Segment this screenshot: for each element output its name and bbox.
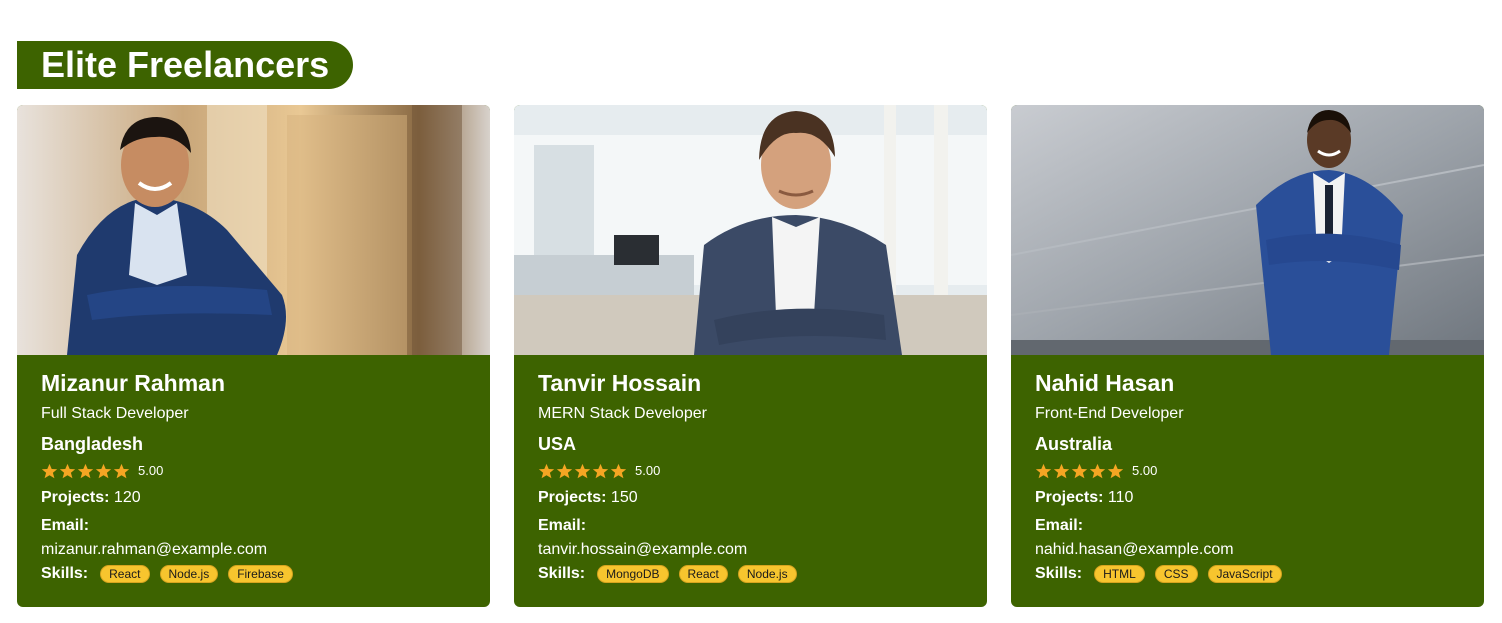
star-icon [77, 463, 94, 478]
star-icon [113, 463, 130, 478]
freelancer-photo [17, 105, 490, 355]
email-label: Email: [41, 517, 90, 534]
projects-label: Projects: [41, 489, 110, 506]
freelancer-card[interactable]: Nahid Hasan Front-End Developer Australi… [1011, 105, 1484, 607]
skills: Skills: MongoDB React Node.js [538, 563, 963, 585]
projects-value: 110 [1107, 489, 1134, 506]
star-icon [574, 463, 591, 478]
freelancer-card[interactable]: Tanvir Hossain MERN Stack Developer USA … [514, 105, 987, 607]
star-rating [538, 463, 627, 480]
skill-badge: MongoDB [597, 565, 669, 583]
star-rating [1035, 463, 1124, 480]
star-icon [95, 463, 112, 478]
star-icon [1107, 463, 1124, 478]
star-icon [610, 463, 627, 478]
projects-count: Projects: 150 [538, 488, 963, 508]
section-title: Elite Freelancers [17, 41, 353, 89]
portrait-photo-icon [1011, 105, 1484, 355]
star-icon [1071, 463, 1088, 478]
skills-label: Skills: [1035, 565, 1083, 582]
freelancer-country: USA [538, 434, 577, 454]
projects-label: Projects: [538, 489, 607, 506]
freelancer-photo [1011, 105, 1484, 355]
rating: 5.00 [538, 460, 963, 482]
skill-badge: React [678, 565, 728, 583]
freelancer-role: Full Stack Developer [41, 405, 189, 422]
rating: 5.00 [1035, 460, 1460, 482]
rating-value: 5.00 [1132, 463, 1158, 478]
skill-badge: Node.js [737, 565, 797, 583]
star-icon [556, 463, 573, 478]
star-icon [59, 463, 76, 478]
rating-value: 5.00 [138, 463, 164, 478]
freelancer-country: Bangladesh [41, 434, 144, 454]
email-label: Email: [538, 517, 587, 534]
email-value[interactable]: nahid.hasan@example.com [1035, 540, 1460, 560]
skill-badge: React [100, 565, 150, 583]
star-rating [41, 463, 130, 480]
rating-value: 5.00 [635, 463, 661, 478]
freelancer-card[interactable]: Mizanur Rahman Full Stack Developer Bang… [17, 105, 490, 607]
projects-count: Projects: 120 [41, 488, 466, 508]
skill-badge: JavaScript [1207, 565, 1282, 583]
freelancer-role: Front-End Developer [1035, 405, 1184, 422]
portrait-photo-icon [17, 105, 490, 355]
star-icon [1089, 463, 1106, 478]
star-icon [538, 463, 555, 478]
skill-badge: Firebase [228, 565, 293, 583]
skill-badge: HTML [1094, 565, 1145, 583]
email-label: Email: [1035, 517, 1084, 534]
star-icon [1053, 463, 1070, 478]
projects-value: 150 [610, 489, 638, 506]
freelancer-photo [514, 105, 987, 355]
skills: Skills: HTML CSS JavaScript [1035, 563, 1460, 585]
rating: 5.00 [41, 460, 466, 482]
freelancer-country: Australia [1035, 434, 1113, 454]
projects-count: Projects: 110 [1035, 488, 1460, 508]
portrait-photo-icon [514, 105, 987, 355]
email-value[interactable]: tanvir.hossain@example.com [538, 540, 963, 560]
star-icon [592, 463, 609, 478]
projects-label: Projects: [1035, 489, 1104, 506]
star-icon [41, 463, 58, 478]
skill-badge: CSS [1154, 565, 1198, 583]
star-icon [1035, 463, 1052, 478]
freelancer-name: Tanvir Hossain [538, 370, 702, 396]
projects-value: 120 [113, 489, 141, 506]
skills-label: Skills: [41, 565, 89, 582]
freelancer-name: Mizanur Rahman [41, 370, 226, 396]
skills-label: Skills: [538, 565, 586, 582]
email-value[interactable]: mizanur.rahman@example.com [41, 540, 466, 560]
freelancer-name: Nahid Hasan [1035, 370, 1175, 396]
skill-badge: Node.js [159, 565, 219, 583]
skills: Skills: React Node.js Firebase [41, 563, 466, 585]
freelancer-role: MERN Stack Developer [538, 405, 707, 422]
